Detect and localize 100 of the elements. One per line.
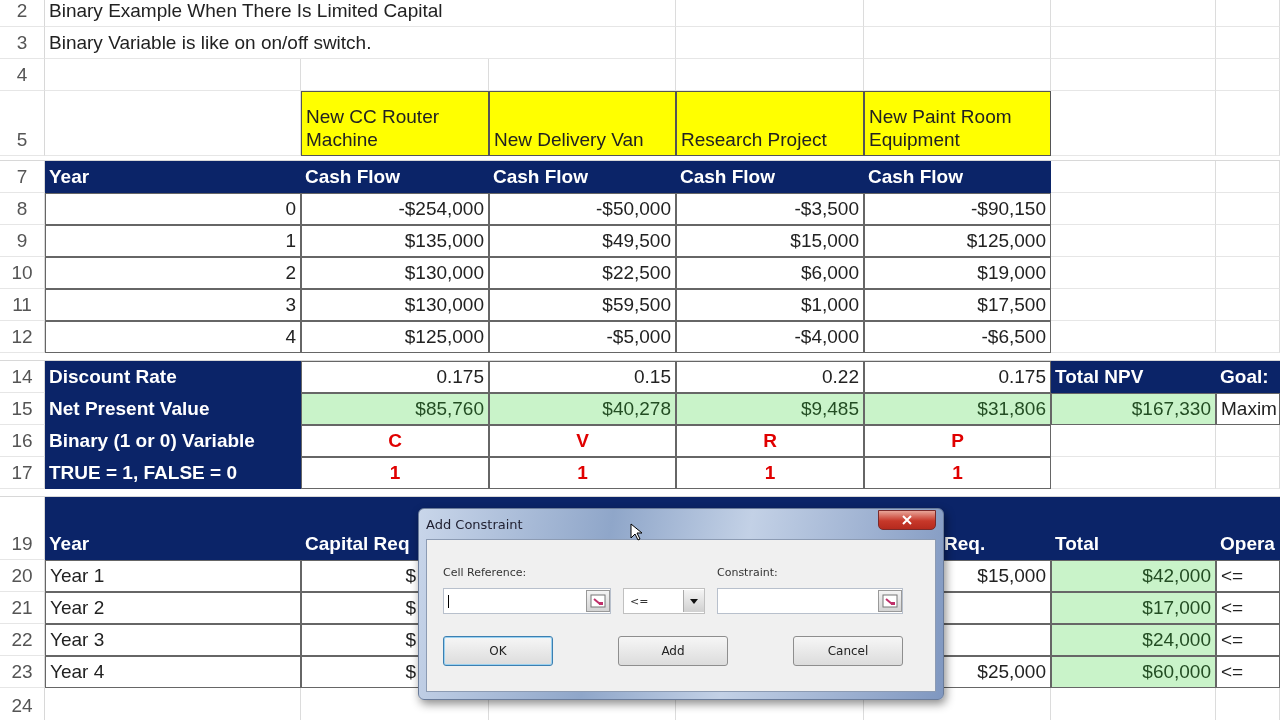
row-number: 16 (0, 425, 45, 457)
row-label: Binary (1 or 0) Variable (45, 425, 301, 457)
cash-flow-cell: $17,500 (864, 289, 1051, 321)
row-number: 12 (0, 321, 45, 353)
column-header: Cash Flow (301, 161, 489, 193)
variable-cell: 1 (301, 457, 489, 489)
row-number: 20 (0, 560, 45, 592)
total-cell: $17,000 (1051, 592, 1216, 624)
empty-cell (1216, 27, 1280, 59)
column-header: Total (1051, 497, 1216, 560)
variable-cell: V (489, 425, 676, 457)
row-number: 4 (0, 59, 45, 91)
row-number: 10 (0, 257, 45, 289)
cash-flow-cell: $1,000 (676, 289, 864, 321)
row-number: 5 (0, 91, 45, 156)
column-header: Year (45, 497, 301, 560)
value-cell: 0.175 (864, 361, 1051, 393)
cash-flow-cell: -$90,150 (864, 193, 1051, 225)
value-cell: Maxim (1216, 393, 1280, 425)
range-select-button[interactable] (878, 590, 902, 612)
project-name: Research Project (676, 91, 864, 156)
column-header: Cash Flow (676, 161, 864, 193)
empty-cell (1216, 225, 1280, 257)
cash-flow-cell: -$3,500 (676, 193, 864, 225)
dialog-button[interactable]: Cancel (793, 636, 903, 666)
column-header: Total NPV (1051, 361, 1216, 393)
cash-flow-cell: $130,000 (301, 289, 489, 321)
cash-flow-cell: -$6,500 (864, 321, 1051, 353)
variable-cell: 1 (676, 457, 864, 489)
cash-flow-cell: -$5,000 (489, 321, 676, 353)
dialog-button[interactable]: Add (618, 636, 728, 666)
row-label: TRUE = 1, FALSE = 0 (45, 457, 301, 489)
value-cell: 0.175 (301, 361, 489, 393)
empty-cell (1216, 59, 1280, 91)
range-select-icon (882, 594, 898, 608)
value-cell: 0.22 (676, 361, 864, 393)
range-select-icon (590, 594, 606, 608)
row-number: 8 (0, 193, 45, 225)
close-icon (902, 515, 912, 525)
cash-flow-cell: -$4,000 (676, 321, 864, 353)
constraint-field[interactable] (717, 588, 903, 614)
total-cell: $60,000 (1051, 656, 1216, 688)
value-cell: 0.15 (489, 361, 676, 393)
field-label: Constraint: (717, 566, 779, 581)
cash-flow-cell: $125,000 (301, 321, 489, 353)
year-cell: Year 2 (45, 592, 301, 624)
empty-cell (1216, 457, 1280, 489)
column-header: Opera (1216, 497, 1280, 560)
variable-cell: 1 (489, 457, 676, 489)
variable-cell: R (676, 425, 864, 457)
operator-cell: <= (1216, 656, 1280, 688)
close-button[interactable] (878, 510, 936, 530)
operator-cell: <= (1216, 592, 1280, 624)
value-cell: $167,330 (1051, 393, 1216, 425)
empty-cell (1216, 425, 1280, 457)
empty-cell (1216, 91, 1280, 156)
year-cell: Year 4 (45, 656, 301, 688)
row-label: Net Present Value (45, 393, 301, 425)
operator-dropdown[interactable]: <= (623, 588, 705, 614)
note-text: Binary Example When There Is Limited Capital (45, 0, 676, 27)
row-number: 3 (0, 27, 45, 59)
variable-cell: P (864, 425, 1051, 457)
note-text: Binary Variable is like on on/off switch. (45, 27, 676, 59)
cash-flow-cell: $22,500 (489, 257, 676, 289)
year-cell: Year 1 (45, 560, 301, 592)
year-cell: 4 (45, 321, 301, 353)
cell-reference-field[interactable] (443, 588, 611, 614)
row-number: 17 (0, 457, 45, 489)
value-cell: $31,806 (864, 393, 1051, 425)
empty-cell (1216, 321, 1280, 353)
column-header: Year (45, 161, 301, 193)
total-cell: $42,000 (1051, 560, 1216, 592)
variable-cell: 1 (864, 457, 1051, 489)
dialog-button[interactable]: OK (443, 636, 553, 666)
cash-flow-cell: $15,000 (676, 225, 864, 257)
row-number: 14 (0, 361, 45, 393)
column-header: Goal: (1216, 361, 1280, 393)
empty-cell (1216, 289, 1280, 321)
cash-flow-cell: $19,000 (864, 257, 1051, 289)
row-number: 9 (0, 225, 45, 257)
row-number: 7 (0, 161, 45, 193)
row-number: 11 (0, 289, 45, 321)
range-select-button[interactable] (586, 590, 610, 612)
value-cell: $40,278 (489, 393, 676, 425)
year-cell: 1 (45, 225, 301, 257)
year-cell: Year 3 (45, 624, 301, 656)
cash-flow-cell: $135,000 (301, 225, 489, 257)
project-name: New CC Router Machine (301, 91, 489, 156)
year-cell: 0 (45, 193, 301, 225)
cash-flow-cell: $49,500 (489, 225, 676, 257)
operator-cell: <= (1216, 624, 1280, 656)
row-label: Discount Rate (45, 361, 301, 393)
value-cell: $9,485 (676, 393, 864, 425)
row-number: 15 (0, 393, 45, 425)
empty-cell (1216, 0, 1280, 27)
year-cell: 2 (45, 257, 301, 289)
row-number: 19 (0, 497, 45, 560)
project-name: New Delivery Van (489, 91, 676, 156)
column-header: Cash Flow (489, 161, 676, 193)
cash-flow-cell: $6,000 (676, 257, 864, 289)
